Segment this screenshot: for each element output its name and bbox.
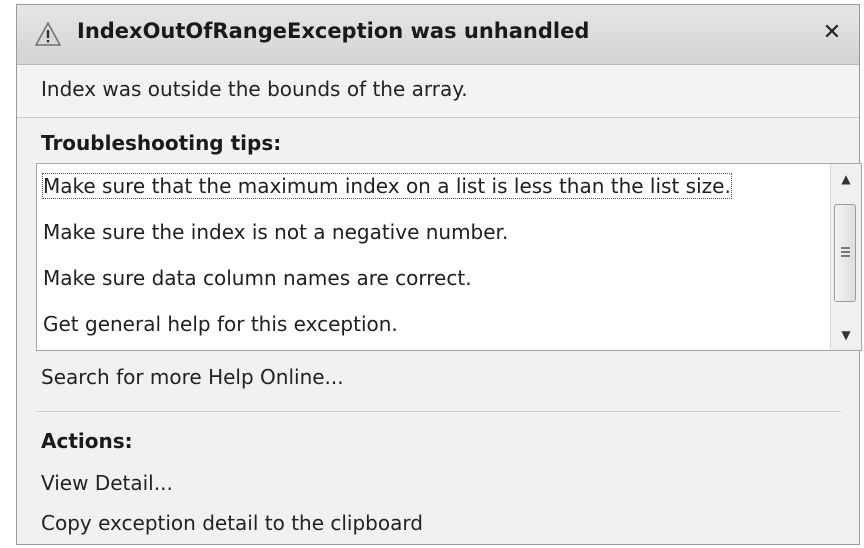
exception-dialog: IndexOutOfRangeException was unhandled ✕… xyxy=(16,4,862,545)
actions-heading: Actions: xyxy=(41,429,133,453)
search-help-online-link[interactable]: Search for more Help Online... xyxy=(41,365,344,389)
scroll-up-arrow-icon[interactable]: ▲ xyxy=(831,164,861,194)
title-bar: IndexOutOfRangeException was unhandled ✕ xyxy=(17,5,859,65)
exception-message: Index was outside the bounds of the arra… xyxy=(41,77,468,101)
troubleshooting-tips-list[interactable]: Make sure that the maximum index on a li… xyxy=(36,163,862,351)
thumb-grip-icon xyxy=(841,247,850,257)
copy-exception-detail-link[interactable]: Copy exception detail to the clipboard xyxy=(41,511,423,535)
scroll-down-arrow-icon[interactable]: ▼ xyxy=(831,320,861,350)
view-detail-link[interactable]: View Detail... xyxy=(41,471,173,495)
tip-item-negative-index[interactable]: Make sure the index is not a negative nu… xyxy=(43,220,508,244)
tip-item-max-index[interactable]: Make sure that the maximum index on a li… xyxy=(42,173,732,199)
warning-triangle-icon xyxy=(35,22,61,46)
tips-scrollbar[interactable]: ▲ ▼ xyxy=(830,164,861,350)
tip-item-general-help[interactable]: Get general help for this exception. xyxy=(43,312,398,336)
tip-item-column-names[interactable]: Make sure data column names are correct. xyxy=(43,266,472,290)
scroll-thumb[interactable] xyxy=(834,204,856,302)
section-divider xyxy=(37,411,841,412)
troubleshooting-heading: Troubleshooting tips: xyxy=(41,131,282,155)
close-button[interactable]: ✕ xyxy=(819,19,845,47)
dialog-title: IndexOutOfRangeException was unhandled xyxy=(77,19,590,43)
exception-message-band: Index was outside the bounds of the arra… xyxy=(17,65,859,118)
